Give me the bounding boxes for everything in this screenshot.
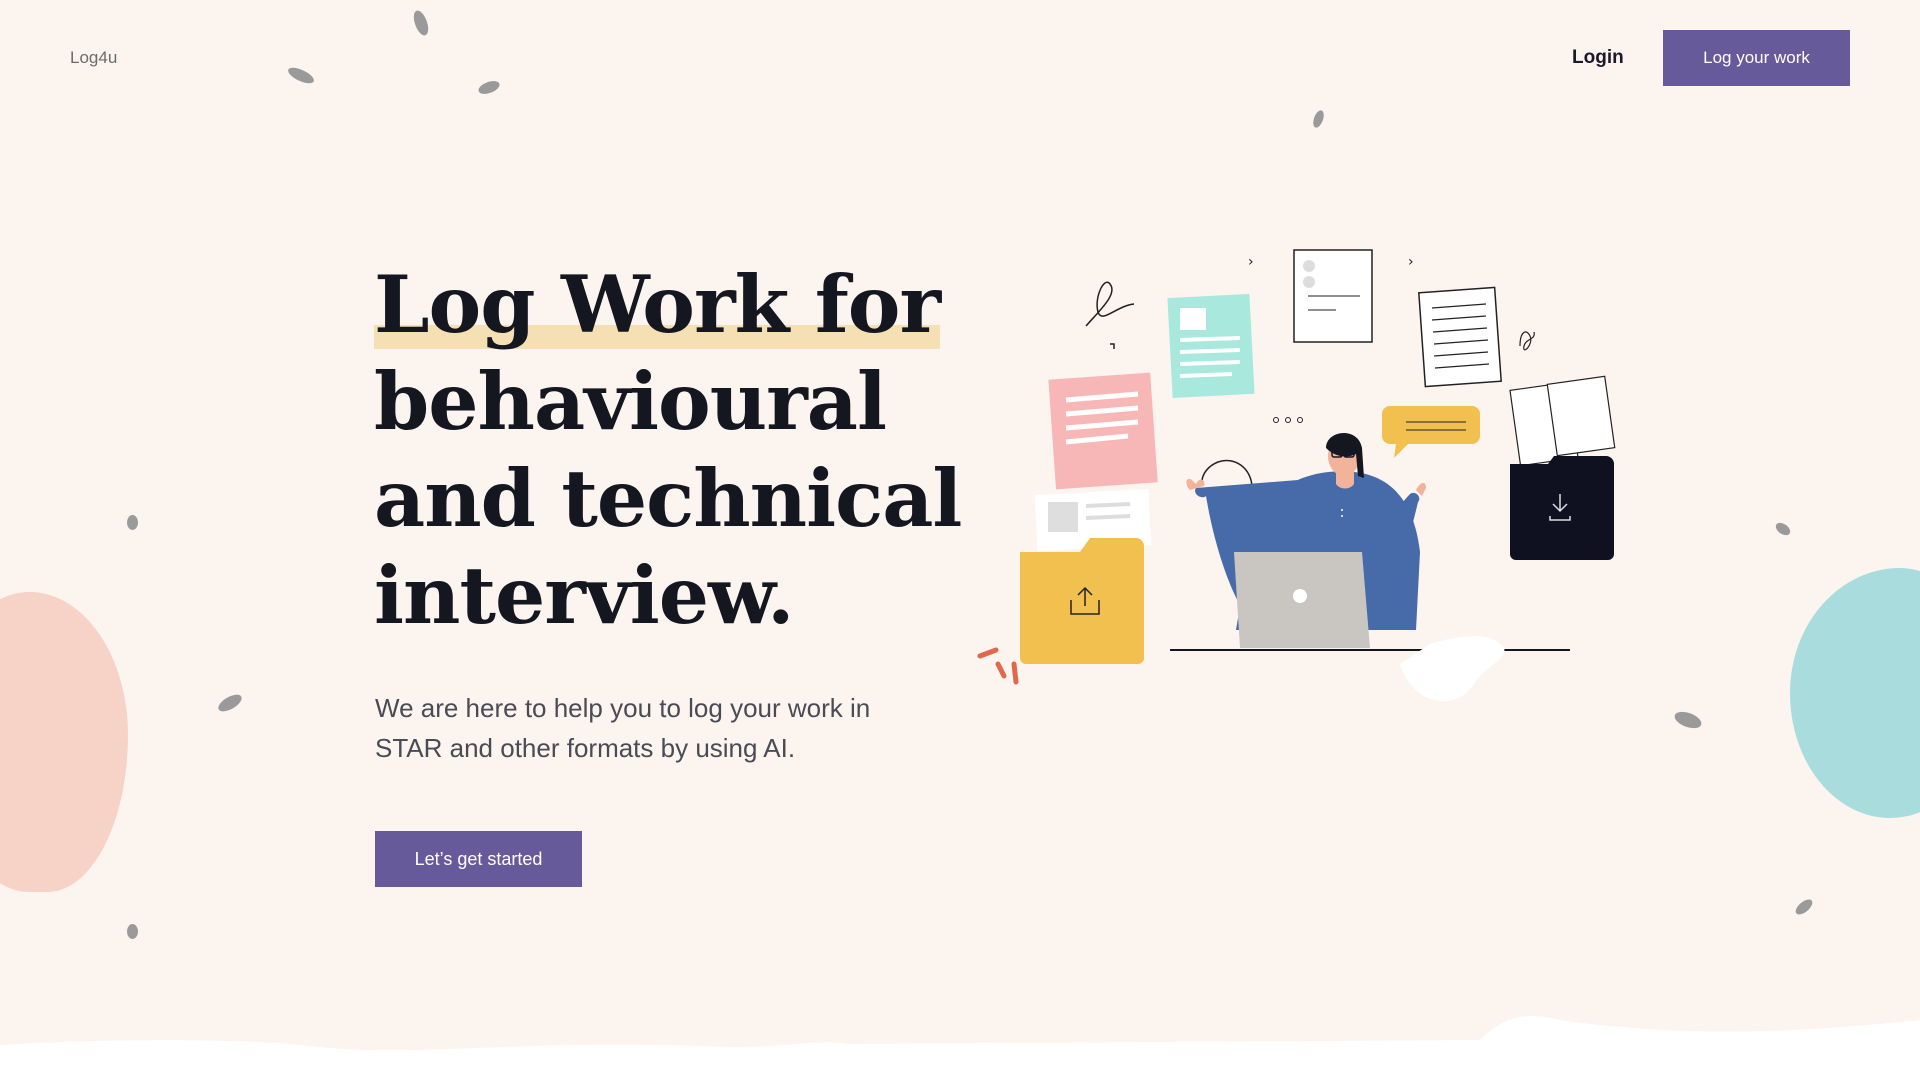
log-your-work-button[interactable]: Log your work bbox=[1663, 30, 1850, 86]
decorative-speck bbox=[1311, 109, 1326, 129]
decorative-speck bbox=[215, 691, 245, 715]
chat-bubble-icon bbox=[1382, 406, 1480, 458]
headline-line-3: and technical bbox=[374, 452, 962, 545]
document-icon bbox=[1293, 249, 1373, 343]
headline-line-2: behavioural bbox=[374, 355, 887, 448]
note-pink-icon bbox=[1048, 372, 1158, 490]
headline-line-1: Log Work for bbox=[374, 258, 941, 351]
decorative-speck bbox=[1672, 708, 1704, 732]
decorative-speck bbox=[127, 924, 138, 939]
decorative-speck bbox=[1773, 520, 1793, 538]
brand-logo[interactable]: Log4u bbox=[70, 48, 117, 68]
download-folder-icon bbox=[1510, 456, 1614, 560]
login-button[interactable]: Login bbox=[1560, 34, 1636, 82]
decorative-blob-right bbox=[1790, 568, 1920, 818]
decorative-speck bbox=[285, 64, 317, 87]
decorative-wave bbox=[0, 1016, 1920, 1080]
decorative-speck bbox=[476, 78, 502, 97]
get-started-button[interactable]: Let’s get started bbox=[375, 831, 582, 887]
decorative-speck bbox=[410, 8, 432, 38]
hero-subtitle: We are here to help you to log your work… bbox=[375, 693, 871, 763]
decorative-blob-left bbox=[0, 592, 128, 892]
laptop-icon bbox=[1234, 552, 1370, 648]
lined-document-icon bbox=[1418, 286, 1502, 388]
hero-headline: Log Work for behavioural and technical i… bbox=[374, 256, 994, 644]
decorative-speck bbox=[1793, 896, 1815, 918]
svg-text:›: › bbox=[1408, 254, 1414, 270]
headline-line-4: interview. bbox=[374, 549, 795, 642]
svg-text:›: › bbox=[1248, 254, 1254, 270]
upload-folder-icon bbox=[1020, 538, 1144, 664]
decorative-speck bbox=[127, 515, 138, 530]
note-teal-icon bbox=[1167, 293, 1255, 399]
hero-illustration: › › bbox=[977, 249, 1616, 702]
